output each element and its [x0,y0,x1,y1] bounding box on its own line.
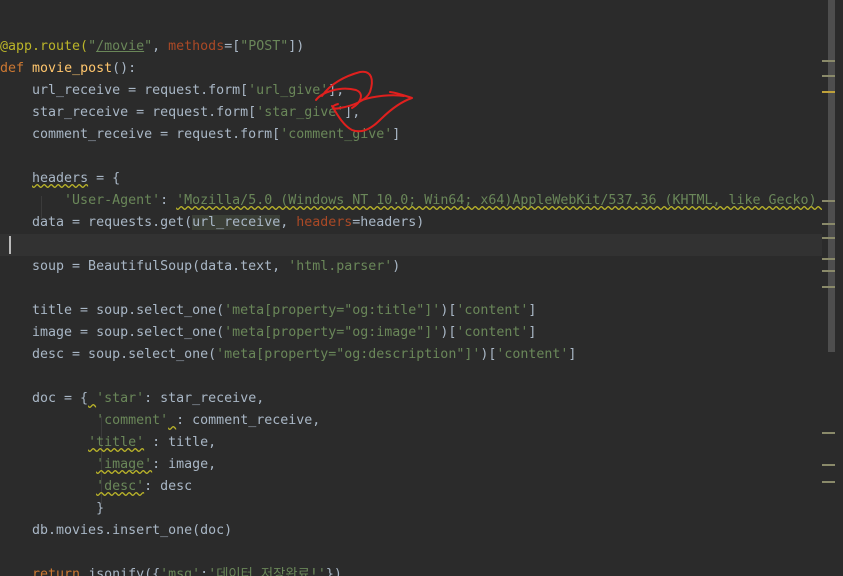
warning-marker[interactable] [822,60,835,62]
code-line-doc-image[interactable]: 'image': image, [0,454,822,476]
code-line-current-empty[interactable] [0,234,822,256]
warning-marker[interactable] [822,75,835,77]
code-line-doc[interactable]: doc = { 'star': star_receive, [0,388,822,410]
warning-marker[interactable] [822,270,835,272]
code-line-url-receive[interactable]: url_receive = request.form['url_give'], [0,80,822,102]
code-line-title[interactable]: title = soup.select_one('meta[property="… [0,300,822,322]
code-line-doc-title[interactable]: 'title' : title, [0,432,822,454]
code-line-image[interactable]: image = soup.select_one('meta[property="… [0,322,822,344]
code-line-star-receive[interactable]: star_receive = request.form['star_give']… [0,102,822,124]
code-line-doc-close[interactable]: } [0,498,822,520]
warning-marker[interactable] [822,258,835,260]
warning-marker[interactable] [822,237,835,239]
code-line-doc-comment[interactable]: 'comment' : comment_receive, [0,410,822,432]
code-line-headers[interactable]: headers = { [0,168,822,190]
warning-marker[interactable] [822,200,835,202]
scrollbar-thumb[interactable] [828,0,835,352]
code-line-decorator[interactable]: @app.route("/movie", methods=["POST"]) [0,36,822,58]
text-caret [9,236,11,254]
warning-marker[interactable] [822,464,835,466]
warning-marker[interactable] [822,286,835,288]
warning-marker[interactable] [822,91,835,93]
warning-marker[interactable] [822,432,835,434]
code-editor[interactable]: @app.route("/movie", methods=["POST"]) d… [0,0,822,576]
code-line-return[interactable]: return jsonify({'msg':'데이터 저장완료!'}) [0,564,822,576]
code-line-doc-desc[interactable]: 'desc': desc [0,476,822,498]
code-line-def[interactable]: def movie_post(): [0,58,822,80]
code-line-insert[interactable]: db.movies.insert_one(doc) [0,520,822,542]
code-line-desc[interactable]: desc = soup.select_one('meta[property="o… [0,344,822,366]
code-line-soup[interactable]: soup = BeautifulSoup(data.text, 'html.pa… [0,256,822,278]
warning-marker[interactable] [822,481,835,483]
code-line-comment-receive[interactable]: comment_receive = request.form['comment_… [0,124,822,146]
code-line-requests-get[interactable]: data = requests.get(url_receive, headers… [0,212,822,234]
code-line-user-agent[interactable]: 'User-Agent': 'Mozilla/5.0 (Windows NT 1… [0,190,822,212]
warning-marker[interactable] [822,223,835,225]
